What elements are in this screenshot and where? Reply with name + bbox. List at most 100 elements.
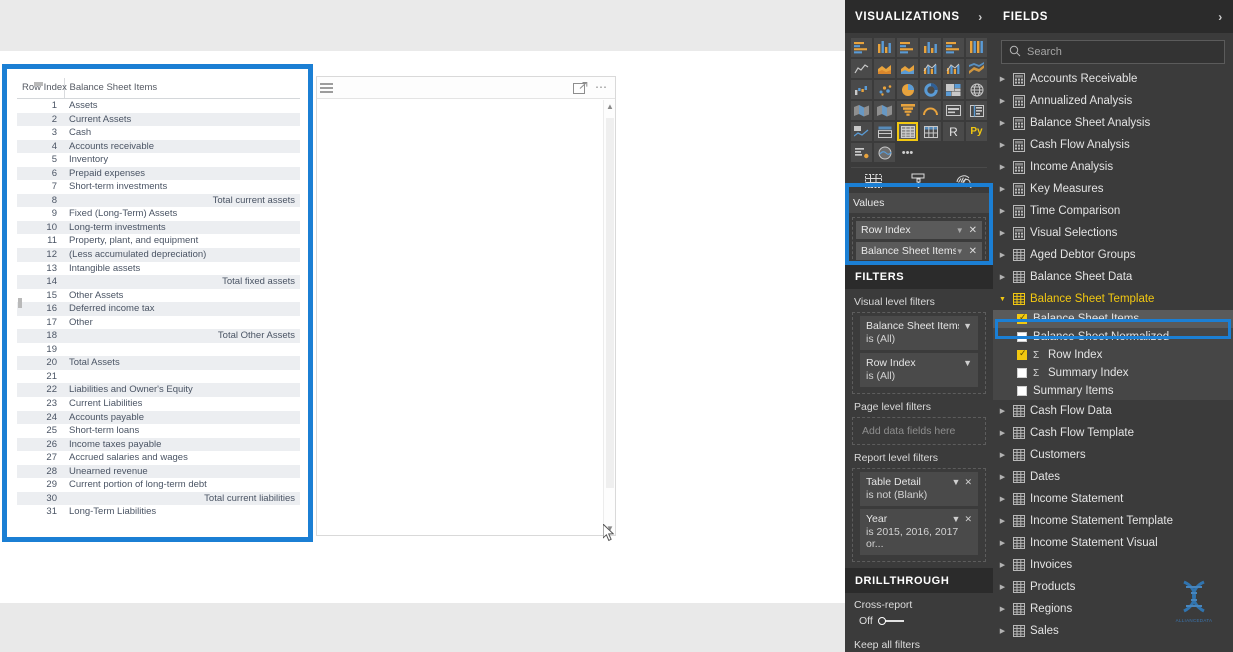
fields-table-list[interactable]: ▶ Accounts Receivable ▶ Annualized Analysis… (993, 68, 1233, 642)
matrix-icon[interactable] (920, 122, 941, 141)
stacked-bar-chart-icon[interactable] (851, 38, 872, 57)
field-item-summary-items[interactable]: Summary Items (993, 382, 1233, 400)
gauge-chart-icon[interactable] (920, 101, 941, 120)
report-canvas[interactable]: ⋯ ▲ ▼ Row Index Balance Sheet Items 1 Ass… (0, 0, 845, 652)
more-options-icon[interactable]: ⋯ (595, 81, 608, 93)
chevron-right-icon[interactable]: › (1218, 10, 1223, 24)
line-and-clustered-column-chart-icon[interactable] (943, 59, 964, 78)
field-item-balance-sheet-items[interactable]: Balance Sheet Items (993, 310, 1233, 328)
python-visual-icon[interactable]: Py (966, 122, 987, 141)
waterfall-chart-icon[interactable] (851, 80, 872, 99)
report-level-filter-list[interactable]: Table Detail ▼ ✕ is not (Blank) Year ▼ ✕ is 201… (845, 468, 993, 562)
chevron-right-icon[interactable]: ▶ (998, 605, 1007, 613)
filter-card[interactable]: Row Index ▼ is (All) (860, 353, 978, 387)
100-percent-stacked-column-chart-icon[interactable] (966, 38, 987, 57)
visual-vertical-scrollbar[interactable]: ▲ ▼ (603, 100, 615, 535)
chevron-right-icon[interactable]: ▶ (998, 473, 1007, 481)
field-table-time-comparison[interactable]: ▶ Time Comparison (993, 200, 1233, 222)
slicer-icon[interactable] (874, 122, 895, 141)
field-table-balance-sheet-template[interactable]: ▼ Balance Sheet Template (993, 288, 1233, 310)
chevron-right-icon[interactable]: ▶ (998, 75, 1007, 83)
chevron-down-icon[interactable]: ▼ (998, 296, 1007, 303)
field-item-row-index[interactable]: Σ Row Index (993, 346, 1233, 364)
field-item-balance-sheet-normalized[interactable]: Balance Sheet Normalized (993, 328, 1233, 346)
chevron-down-icon[interactable]: ▼ (952, 514, 961, 524)
stacked-column-chart-icon[interactable] (874, 38, 895, 57)
chevron-right-icon[interactable]: ▶ (998, 561, 1007, 569)
filled-map-icon[interactable] (851, 101, 872, 120)
field-table-key-measures[interactable]: ▶ Key Measures (993, 178, 1233, 200)
visualizations-panel[interactable]: VISUALIZATIONS › R Py ••• Values Row Ind… (845, 0, 993, 652)
chevron-right-icon[interactable]: ▶ (998, 451, 1007, 459)
chevron-right-icon[interactable]: ▶ (998, 119, 1007, 127)
chevron-right-icon[interactable]: ▶ (998, 229, 1007, 237)
ribbon-chart-icon[interactable] (966, 59, 987, 78)
visualization-type-gallery[interactable]: R Py ••• (845, 33, 993, 164)
chevron-right-icon[interactable]: ▶ (998, 583, 1007, 591)
chevron-right-icon[interactable]: ▶ (998, 141, 1007, 149)
chevron-right-icon[interactable]: ▶ (998, 185, 1007, 193)
map-icon[interactable] (966, 80, 987, 99)
page-level-filter-well[interactable]: Add data fields here (852, 417, 986, 445)
100-percent-stacked-bar-chart-icon[interactable] (943, 38, 964, 57)
pie-chart-icon[interactable] (897, 80, 918, 99)
line-and-stacked-column-chart-icon[interactable] (920, 59, 941, 78)
focus-mode-icon[interactable] (573, 82, 588, 95)
chevron-down-icon[interactable]: ▼ (963, 321, 972, 331)
scroll-up-icon[interactable]: ▲ (604, 102, 616, 111)
chevron-down-icon[interactable]: ▼ (963, 358, 972, 368)
clustered-column-chart-icon[interactable] (920, 38, 941, 57)
chevron-right-icon[interactable]: ▶ (998, 627, 1007, 635)
area-chart-icon[interactable] (874, 59, 895, 78)
field-table-balance-sheet-data[interactable]: ▶ Balance Sheet Data (993, 266, 1233, 288)
filter-card[interactable]: Year ▼ ✕ is 2015, 2016, 2017 or... (860, 509, 978, 555)
filter-card[interactable]: Table Detail ▼ ✕ is not (Blank) (860, 472, 978, 506)
field-checkbox[interactable] (1017, 368, 1027, 378)
donut-chart-icon[interactable] (920, 80, 941, 99)
chevron-right-icon[interactable]: ▶ (998, 251, 1007, 259)
field-table-accounts-receivable[interactable]: ▶ Accounts Receivable (993, 68, 1233, 90)
field-table-income-statement-visual[interactable]: ▶ Income Statement Visual (993, 532, 1233, 554)
drag-handle-icon[interactable] (320, 83, 333, 95)
chevron-right-icon[interactable]: ▶ (998, 97, 1007, 105)
field-table-cash-flow-analysis[interactable]: ▶ Cash Flow Analysis (993, 134, 1233, 156)
chevron-right-icon[interactable]: ▶ (998, 163, 1007, 171)
visual-level-filter-list[interactable]: Balance Sheet Items ▼ is (All) Row Index ▼ is… (845, 312, 993, 394)
field-table-income-analysis[interactable]: ▶ Income Analysis (993, 156, 1233, 178)
field-checkbox[interactable] (1017, 386, 1027, 396)
scrollbar-thumb[interactable] (606, 118, 614, 488)
cross-report-toggle[interactable] (877, 616, 905, 626)
get-more-visuals-icon[interactable]: ••• (897, 143, 918, 162)
r-script-visual-icon[interactable]: R (943, 122, 964, 141)
kpi-icon[interactable] (851, 122, 872, 141)
field-table-aged-debtor-groups[interactable]: ▶ Aged Debtor Groups (993, 244, 1233, 266)
field-table-sales[interactable]: ▶ Sales (993, 620, 1233, 642)
field-table-annualized-analysis[interactable]: ▶ Annualized Analysis (993, 90, 1233, 112)
chevron-right-icon[interactable]: ▶ (998, 495, 1007, 503)
resize-handle-left[interactable] (18, 298, 22, 308)
field-table-cash-flow-template[interactable]: ▶ Cash Flow Template (993, 422, 1233, 444)
chevron-right-icon[interactable]: ▶ (998, 407, 1007, 415)
field-checkbox[interactable] (1017, 332, 1027, 342)
card-icon[interactable] (943, 101, 964, 120)
filter-card[interactable]: Balance Sheet Items ▼ is (All) (860, 316, 978, 350)
field-table-balance-sheet-analysis[interactable]: ▶ Balance Sheet Analysis (993, 112, 1233, 134)
field-table-invoices[interactable]: ▶ Invoices (993, 554, 1233, 576)
chevron-down-icon[interactable]: ▼ (952, 477, 961, 487)
field-table-visual-selections[interactable]: ▶ Visual Selections (993, 222, 1233, 244)
fields-search-wrapper[interactable]: Search (993, 33, 1233, 68)
shape-map-icon[interactable] (874, 101, 895, 120)
fields-panel[interactable]: FIELDS › Search ▶ Accounts Receivable ▶ Ann… (993, 0, 1233, 652)
resize-handle-top[interactable] (34, 82, 43, 86)
chevron-right-icon[interactable]: ▶ (998, 273, 1007, 281)
treemap-icon[interactable] (943, 80, 964, 99)
keep-all-filters-label[interactable]: Keep all filters (845, 633, 993, 652)
field-table-income-statement[interactable]: ▶ Income Statement (993, 488, 1233, 510)
chevron-right-icon[interactable]: ▶ (998, 539, 1007, 547)
close-icon[interactable]: ✕ (964, 477, 972, 488)
field-table-income-statement-template[interactable]: ▶ Income Statement Template (993, 510, 1233, 532)
table-icon[interactable] (897, 122, 918, 141)
funnel-chart-icon[interactable] (897, 101, 918, 120)
scatter-chart-icon[interactable] (874, 80, 895, 99)
empty-visual-container[interactable]: ⋯ ▲ ▼ (316, 76, 616, 536)
